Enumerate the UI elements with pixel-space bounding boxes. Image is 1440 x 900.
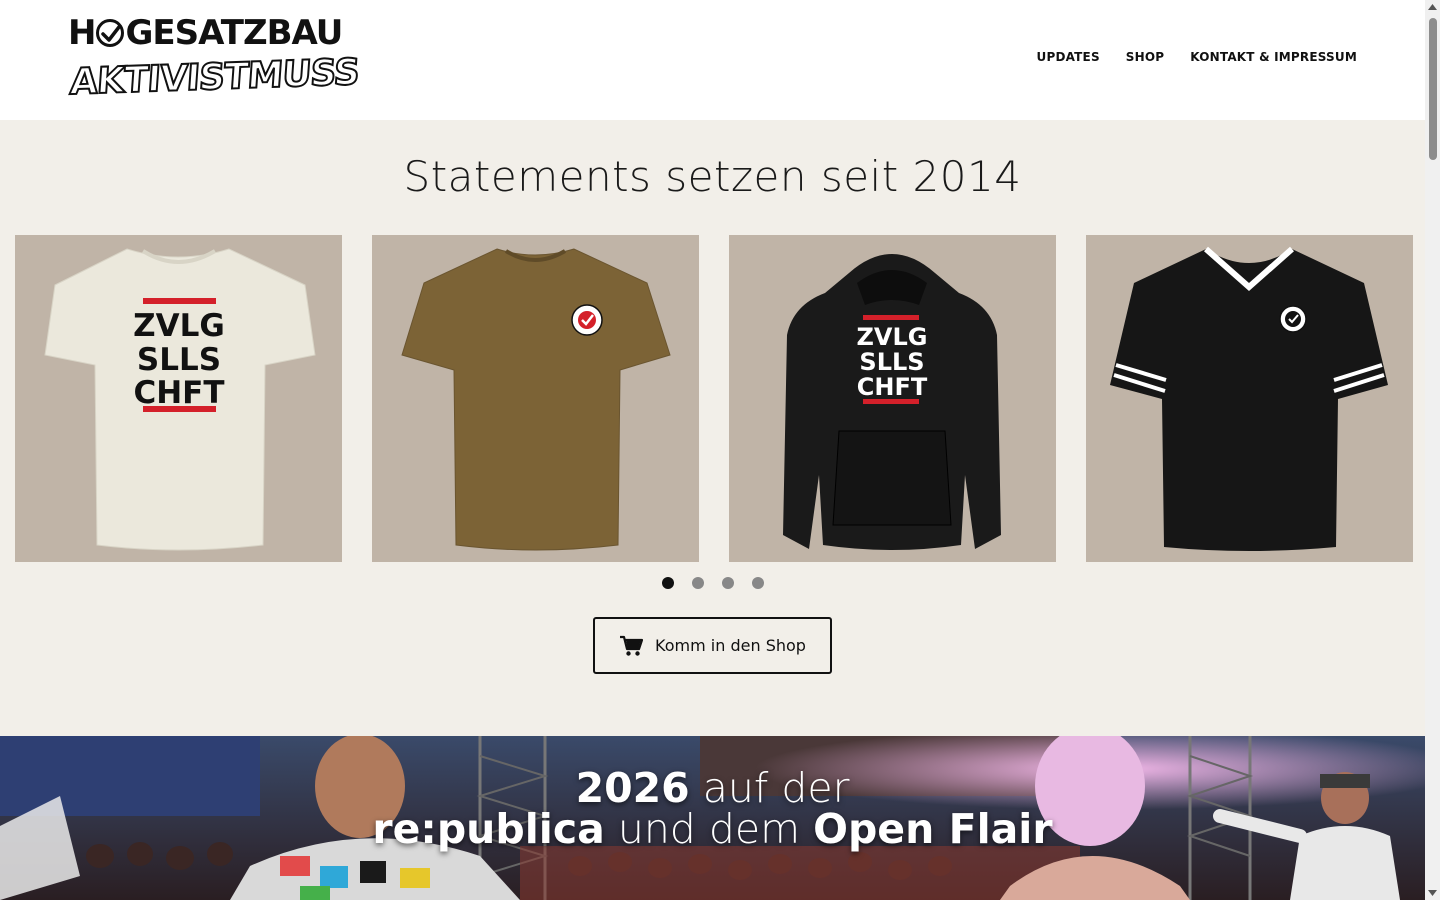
scroll-down-arrow-icon[interactable]	[1428, 890, 1437, 896]
hero-title: Statements setzen seit 2014	[403, 152, 1022, 201]
carousel-dot-4[interactable]	[751, 577, 764, 589]
banner-event-open-flair: Open Flair	[813, 805, 1053, 853]
logo-check-icon	[96, 19, 125, 47]
shop-button-label: Komm in den Shop	[655, 636, 806, 655]
page-scrollbar[interactable]	[1425, 0, 1440, 900]
scroll-up-arrow-icon[interactable]	[1428, 4, 1437, 10]
banner-title-line-2: re:publica und dem Open Flair	[0, 809, 1425, 850]
hoodie-image: ZVLG SLLS CHFT	[783, 254, 1001, 550]
banner-text-b: und dem	[604, 805, 814, 853]
site-header: H GESATZBAU AKTIVISTMUSS UPDATES SHOP KO…	[0, 0, 1425, 120]
print-line-1: ZVLG	[133, 308, 225, 344]
logo-subline: AKTIVISTMUSS	[68, 51, 361, 104]
main-nav: UPDATES SHOP KONTAKT & IMPRESSUM	[1037, 50, 1358, 64]
print-line-2: SLLS	[137, 342, 221, 378]
print-line-1: ZVLG	[857, 323, 928, 351]
carousel-dot-1[interactable]	[661, 577, 674, 589]
print-line-3: CHFT	[133, 375, 224, 411]
scroll-thumb[interactable]	[1429, 18, 1437, 160]
shop-button[interactable]: Komm in den Shop	[593, 617, 832, 674]
event-banner[interactable]: 2026 auf der re:publica und dem Open Fla…	[0, 736, 1425, 900]
product-carousel: ZVLG SLLS CHFT ZVLG SLLS CHFT	[15, 235, 1413, 562]
banner-event-republica: re:publica	[372, 805, 605, 853]
carousel-pagination	[0, 577, 1425, 589]
page: H GESATZBAU AKTIVISTMUSS UPDATES SHOP KO…	[0, 0, 1425, 900]
product-card-brown-tshirt[interactable]	[372, 235, 699, 562]
tshirt-image	[401, 248, 671, 551]
cart-icon	[620, 635, 644, 656]
carousel-dot-2[interactable]	[691, 577, 704, 589]
product-card-black-jersey[interactable]	[1086, 235, 1413, 562]
print-line-3: CHFT	[857, 373, 928, 401]
jersey-image	[1110, 246, 1388, 551]
print-line-2: SLLS	[859, 348, 924, 376]
tshirt-image: ZVLG SLLS CHFT	[44, 248, 316, 551]
logo-letter-h: H	[68, 13, 96, 53]
nav-kontakt-impressum[interactable]: KONTAKT & IMPRESSUM	[1190, 50, 1357, 64]
product-card-black-hoodie[interactable]: ZVLG SLLS CHFT	[729, 235, 1056, 562]
banner-title: 2026 auf der re:publica und dem Open Fla…	[0, 768, 1425, 850]
site-logo[interactable]: H GESATZBAU AKTIVISTMUSS	[68, 14, 361, 106]
logo-wordmark-rest: GESATZBAU	[125, 13, 343, 53]
product-card-cream-tshirt[interactable]: ZVLG SLLS CHFT	[15, 235, 342, 562]
logo-wordmark: H GESATZBAU	[68, 13, 343, 53]
nav-shop[interactable]: SHOP	[1126, 50, 1164, 64]
carousel-dot-3[interactable]	[721, 577, 734, 589]
nav-updates[interactable]: UPDATES	[1037, 50, 1100, 64]
banner-title-line-1: 2026 auf der	[0, 768, 1425, 809]
